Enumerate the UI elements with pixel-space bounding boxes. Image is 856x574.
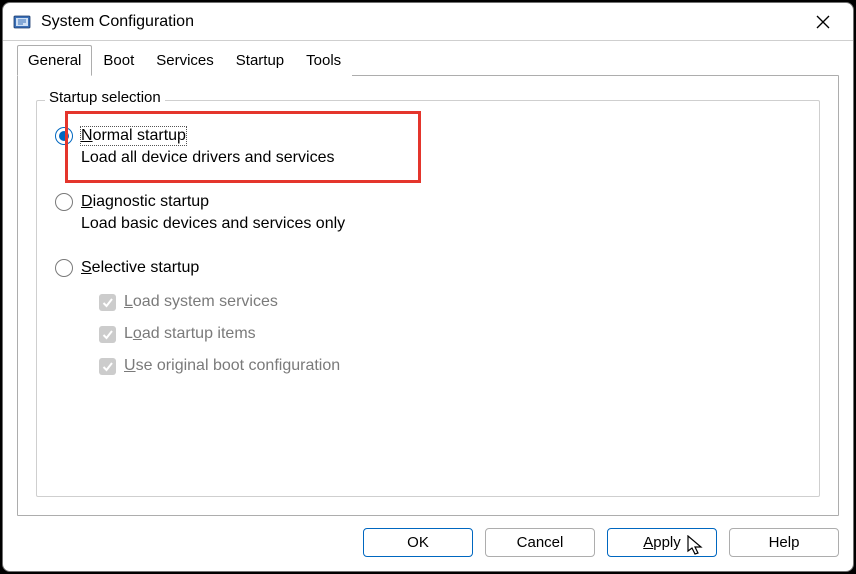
tab-content-general: Startup selection Normal startup Load al…	[17, 75, 839, 516]
tab-boot[interactable]: Boot	[92, 45, 145, 76]
fieldset-legend: Startup selection	[45, 89, 165, 106]
radio-label: Selective startup	[81, 259, 199, 277]
tab-strip: General Boot Services Startup Tools	[3, 41, 853, 75]
titlebar: System Configuration	[3, 3, 853, 41]
diagnostic-startup-desc: Load basic devices and services only	[81, 215, 801, 233]
checkbox-icon	[99, 358, 116, 375]
checkbox-label: Load startup items	[124, 325, 256, 343]
check-load-startup-items: Load startup items	[99, 325, 801, 343]
system-configuration-window: System Configuration General Boot Servic…	[2, 2, 854, 572]
ok-button[interactable]: OK	[363, 528, 473, 557]
radio-label: Diagnostic startup	[81, 193, 209, 211]
radio-icon	[55, 193, 73, 211]
checkbox-icon	[99, 294, 116, 311]
startup-selection-group: Startup selection Normal startup Load al…	[36, 100, 820, 497]
window-title: System Configuration	[41, 13, 801, 31]
checkbox-icon	[99, 326, 116, 343]
dialog-button-row: OK Cancel Apply Help	[3, 528, 853, 571]
radio-icon	[55, 259, 73, 277]
radio-selective-startup[interactable]: Selective startup	[55, 259, 801, 277]
check-load-system-services: Load system services	[99, 293, 801, 311]
tab-startup[interactable]: Startup	[225, 45, 295, 76]
radio-normal-startup[interactable]: Normal startup	[55, 127, 801, 145]
tab-services[interactable]: Services	[145, 45, 225, 76]
checkbox-label: Load system services	[124, 293, 278, 311]
cancel-button[interactable]: Cancel	[485, 528, 595, 557]
radio-diagnostic-startup[interactable]: Diagnostic startup	[55, 193, 801, 211]
check-use-original-boot-config: Use original boot configuration	[99, 357, 801, 375]
close-icon	[816, 15, 830, 29]
close-button[interactable]	[801, 7, 845, 37]
radio-icon	[55, 127, 73, 145]
normal-startup-desc: Load all device drivers and services	[81, 149, 801, 167]
tab-general[interactable]: General	[17, 45, 92, 76]
highlight-annotation	[65, 111, 421, 183]
tab-tools[interactable]: Tools	[295, 45, 352, 76]
help-button[interactable]: Help	[729, 528, 839, 557]
apply-button[interactable]: Apply	[607, 528, 717, 557]
radio-label: Normal startup	[81, 127, 186, 145]
msconfig-icon	[13, 13, 31, 31]
checkbox-label: Use original boot configuration	[124, 357, 340, 375]
